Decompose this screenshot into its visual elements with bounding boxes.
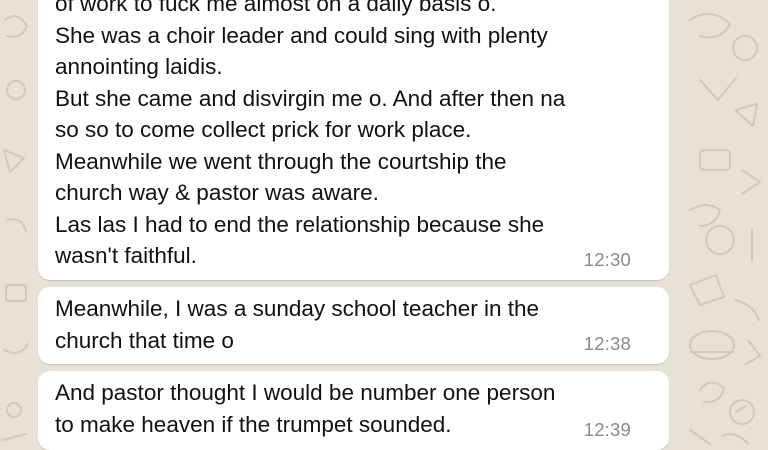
message-line: And pastor thought I would be number one…	[55, 380, 556, 405]
message-text: of work to fuck me almost on a daily bas…	[55, 0, 653, 272]
message-line: annointing laidis.	[55, 54, 223, 79]
message-line: so so to come collect prick for work pla…	[55, 117, 472, 142]
message-line: She was a choir leader and could sing wi…	[55, 22, 548, 48]
message-line: Las las I had to end the relationship be…	[55, 211, 545, 237]
message-bubble[interactable]: And pastor thought I would be number one…	[38, 371, 669, 450]
message-bubble[interactable]: Meanwhile, I was a sunday school teacher…	[38, 287, 669, 364]
message-text: And pastor thought I would be number one…	[55, 371, 653, 440]
message-line: church way & pastor was aware.	[55, 180, 379, 205]
message-line: to make heaven if the trumpet sounded.	[55, 411, 452, 437]
message-line: church that time o	[55, 327, 234, 353]
message-line: wasn't faithful.	[55, 243, 197, 268]
message-line: of work to fuck me almost on a daily bas…	[55, 0, 497, 16]
chat-conversation[interactable]: of work to fuck me almost on a daily bas…	[0, 0, 768, 450]
message-bubble[interactable]: of work to fuck me almost on a daily bas…	[38, 0, 669, 280]
message-timestamp: 12:39	[583, 419, 631, 440]
message-line: But she came and disvirgin me o. And aft…	[55, 85, 566, 111]
message-text: Meanwhile, I was a sunday school teacher…	[55, 287, 653, 356]
message-line: Meanwhile, I was a sunday school teacher…	[55, 296, 540, 321]
message-timestamp: 12:38	[583, 333, 631, 354]
message-timestamp: 12:30	[583, 249, 631, 270]
message-line: Meanwhile we went through the courtship …	[55, 148, 507, 174]
